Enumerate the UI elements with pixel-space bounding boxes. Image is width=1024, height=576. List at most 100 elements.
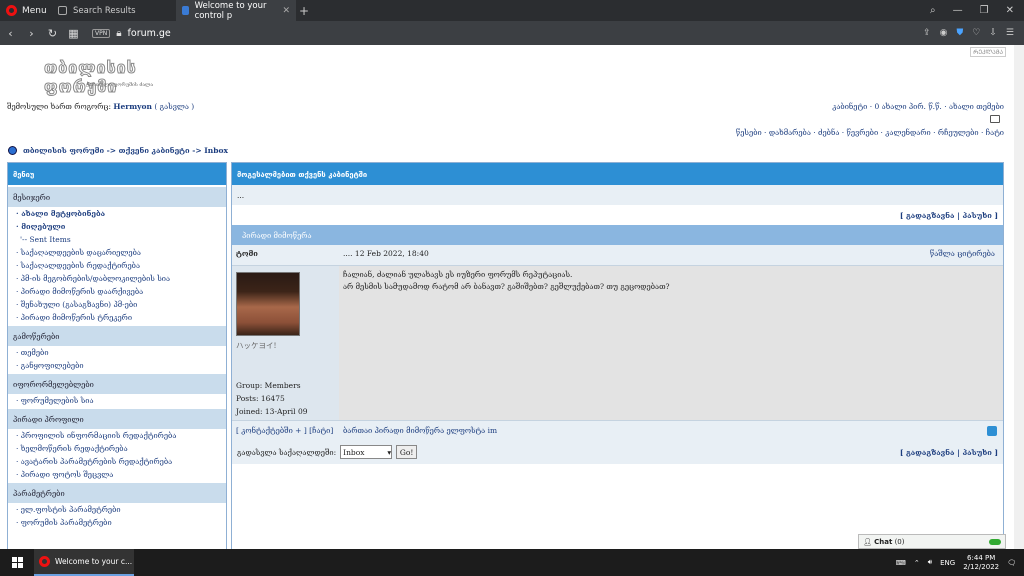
message-line-2: არ მესმის სამუდამოდ რატომ არ ბანავთ? გაშ…	[343, 282, 670, 291]
post-message: ჩალიან, ძალიან ულახავს ეს იუზერი ფორუმს …	[339, 266, 1003, 420]
tab-search-results[interactable]: Search Results	[52, 0, 176, 21]
sidebar-item[interactable]: · განყოფილებები	[8, 359, 226, 372]
close-tab-icon[interactable]: ✕	[282, 6, 290, 16]
chat-widget[interactable]: 👤︎ Chat (0)	[858, 534, 1006, 549]
post-date: .... 12 Feb 2022, 18:40	[343, 249, 429, 258]
logout-link[interactable]: ( გასვლა )	[154, 102, 194, 111]
sidebar-item[interactable]: · ხელმოწერის რედაქტირება	[8, 442, 226, 455]
sidebar-item[interactable]: · ფორუმელების სია	[8, 394, 226, 407]
sidebar-item[interactable]: · ახალი მეტყობინება	[8, 207, 226, 220]
tabs-grid-icon[interactable]: ▦	[63, 27, 84, 40]
post-count: Posts: 16475	[236, 394, 285, 403]
reload-icon[interactable]: ↻	[42, 27, 63, 40]
forward-icon[interactable]: ›	[21, 27, 42, 40]
avatar	[236, 272, 300, 336]
notification-icon[interactable]: 🗨︎	[1007, 559, 1016, 567]
post-footer: [ კონტაქტებში + ] [ჩატი] ბართაი პირადი მ…	[232, 420, 1003, 440]
breadcrumb-text[interactable]: თბილისის ფორუმი -> თქვენი კაბინეტი -> In…	[23, 146, 228, 155]
sidebar-item[interactable]: · ფორუმის პარამეტრები	[8, 516, 226, 529]
ellipsis-row: ...	[232, 185, 1003, 205]
sidebar-section-title: მესიჯერი	[8, 187, 226, 207]
message-actions-links[interactable]: ბართაი პირადი მიმოწერა ელფოსტა im	[339, 422, 987, 439]
scroll-top-icon[interactable]	[987, 425, 997, 436]
language-indicator[interactable]: ENG	[940, 559, 955, 567]
sidebar-item[interactable]: '-- Sent Items	[8, 233, 226, 246]
lock-icon: 🔒︎	[116, 27, 122, 39]
close-window-icon[interactable]: ✕	[1006, 5, 1014, 16]
camera-icon[interactable]: ◉	[940, 28, 948, 38]
keyboard-icon[interactable]: ⌨	[896, 559, 906, 567]
back-icon[interactable]: ‹	[0, 27, 21, 40]
page-scrollbar[interactable]	[1014, 45, 1024, 549]
share-icon[interactable]: ⇪	[923, 28, 931, 38]
opera-menu-button[interactable]: Menu	[0, 0, 52, 21]
sidebar-section-title: პარამეტრები	[8, 483, 226, 503]
chat-label: Chat	[874, 537, 893, 546]
heart-icon[interactable]: ♡	[972, 28, 980, 38]
adblock-shield-icon[interactable]: ⛊	[957, 28, 964, 38]
forward-reply-links-bottom[interactable]: [ გადაგზავნა | პასუხი ]	[900, 448, 998, 457]
sidebar-item[interactable]: · პროფილის ინფორმაციის რედაქტირება	[8, 429, 226, 442]
post-author[interactable]: ტომი	[232, 245, 339, 265]
globe-icon	[8, 146, 17, 155]
delete-quote-links[interactable]: წაშლა ციტირება	[922, 245, 1003, 265]
corner-ad[interactable]: ᲠᲔᲙᲚᲐᲛᲐ	[970, 47, 1006, 57]
chat-count: (0)	[894, 537, 905, 546]
sidebar-item[interactable]: · თემები	[8, 346, 226, 359]
contacts-chat-links[interactable]: [ კონტაქტებში + ] [ჩატი]	[232, 422, 339, 439]
sidebar-section-title: გამოწერები	[8, 326, 226, 346]
sidebar-item[interactable]: · საქაღალდეების დაცარიელება	[8, 246, 226, 259]
sidebar-item[interactable]: · პირადი მიმოწერის დაარქივება	[8, 285, 226, 298]
post-author-panel: ハッケヨイ! Group: Members Posts: 16475 Joine…	[232, 266, 339, 420]
folder-select[interactable]: Inbox ▾	[340, 445, 393, 459]
folder-move-row: გადასვლა საქაღალდეში: Inbox ▾ Go! [ გადა…	[232, 440, 1003, 464]
easy-setup-icon[interactable]: ☰	[1006, 28, 1014, 38]
chevron-up-icon[interactable]: ⌃	[914, 559, 920, 567]
forward-reply-links[interactable]: [ გადაგზავნა | პასუხი ]	[900, 211, 998, 220]
sidebar-item[interactable]: · მიღებული	[8, 220, 226, 233]
sidebar-item[interactable]: · პმ-ის მეგობრების/დაბლოკილების სია	[8, 272, 226, 285]
sidebar-item[interactable]: · პირადი მიმოწერის ტრეკერი	[8, 311, 226, 324]
vpn-badge[interactable]: VPN	[92, 28, 111, 38]
go-button[interactable]: Go!	[396, 445, 418, 459]
sidebar-item[interactable]: · პირადი ფოტოს შეცვლა	[8, 468, 226, 481]
address-bar: ‹ › ↻ ▦ VPN 🔒︎ forum.ge ⇪ ◉ ⛊ ♡ ⇩ ☰	[0, 21, 1024, 45]
main-nav-links[interactable]: წესები · დახმარება · ძებნა · წევრები · კ…	[736, 128, 1004, 137]
forum-logo[interactable]: თბილისის ფორუმი ქართული ფორუმის ძალა	[18, 52, 188, 97]
clock[interactable]: 6:44 PM 2/12/2022	[963, 554, 999, 572]
joined-date: Joined: 13-April 09	[236, 407, 308, 416]
maximize-icon[interactable]: ❐	[980, 5, 989, 16]
volume-icon[interactable]: 🔊︎	[928, 558, 932, 567]
tab-welcome[interactable]: Welcome to your control p ✕	[176, 0, 296, 21]
new-tab-button[interactable]: +	[296, 4, 312, 18]
search-tabs-icon[interactable]: ⌕	[930, 5, 936, 16]
taskbar-opera-app[interactable]: Welcome to your c...	[34, 549, 134, 576]
windows-start-icon[interactable]	[0, 549, 34, 576]
chat-toggle[interactable]	[989, 538, 1001, 545]
time: 6:44 PM	[967, 553, 996, 562]
post-header: ტომი .... 12 Feb 2022, 18:40 წაშლა ციტირ…	[232, 245, 1003, 265]
download-icon[interactable]: ⇩	[989, 28, 997, 38]
post-body: ハッケヨイ! Group: Members Posts: 16475 Joine…	[232, 265, 1003, 420]
member-group: Group: Members	[236, 381, 301, 390]
sidebar-title: მენიუ	[8, 163, 226, 185]
logo-subtext: ქართული ფორუმის ძალა	[86, 82, 154, 88]
username-link[interactable]: Hermyon	[113, 102, 152, 111]
private-messages-band: პირადი მიმოწერა	[232, 225, 1003, 245]
sidebar-item[interactable]: · შენახული (გასაგზავნი) პმ-ები	[8, 298, 226, 311]
sidebar-item[interactable]: · ავატარის პარამეტრების რედაქტირება	[8, 455, 226, 468]
move-folder-label: გადასვლა საქაღალდეში:	[237, 447, 337, 457]
user-cp-links[interactable]: კაბინეტი · 0 ახალი პირ. წ.წ. · ახალი თემ…	[832, 102, 1004, 111]
logo-text: თბილისის ფორუმი	[44, 58, 137, 97]
forum-favicon-icon	[182, 6, 189, 15]
sidebar-section-title: პირადი პროფილი	[8, 409, 226, 429]
sidebar-item[interactable]: · ელ.ფოსტის პარამეტრები	[8, 503, 226, 516]
sidebar-item[interactable]: · საქაღალდეების რედაქტირება	[8, 259, 226, 272]
sidebar: მენიუ მესიჯერი · ახალი მეტყობინება · მიღებ…	[7, 162, 227, 549]
minimize-icon[interactable]: —	[953, 5, 963, 16]
avatar-caption: ハッケヨイ!	[236, 341, 277, 350]
message-icon[interactable]	[990, 115, 1000, 123]
url-field[interactable]: forum.ge	[128, 28, 171, 39]
forward-reply-row: [ გადაგზავნა | პასუხი ]	[232, 205, 1003, 225]
menu-label: Menu	[22, 5, 47, 16]
